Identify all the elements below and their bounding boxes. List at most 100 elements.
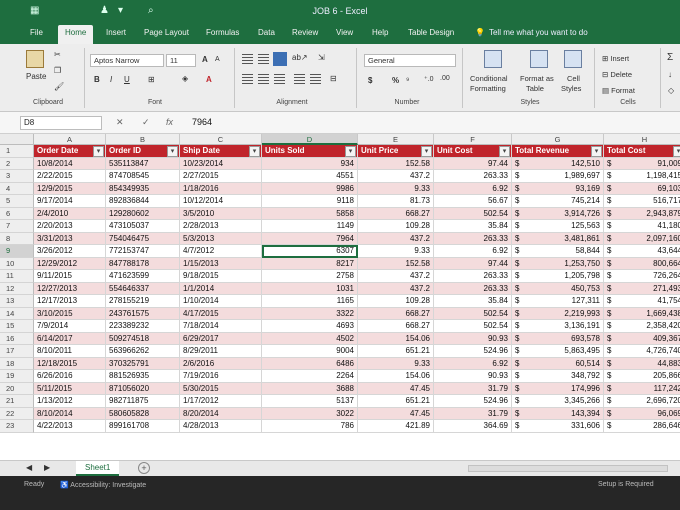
- row-header[interactable]: 21: [0, 395, 34, 408]
- table-cell[interactable]: 1/10/2014: [180, 295, 262, 308]
- prev-sheet-icon[interactable]: ◀: [26, 463, 32, 472]
- row-header[interactable]: 8: [0, 232, 34, 245]
- table-cell[interactable]: 364.69: [434, 420, 512, 433]
- table-cell[interactable]: $331,606: [512, 420, 604, 433]
- table-cell[interactable]: $3,345,266: [512, 395, 604, 408]
- table-cell[interactable]: 3022: [262, 407, 358, 420]
- currency-button[interactable]: $: [368, 76, 372, 85]
- row-header[interactable]: 18: [0, 357, 34, 370]
- table-cell[interactable]: 109.28: [358, 220, 434, 233]
- tab-table-design[interactable]: Table Design: [408, 28, 454, 37]
- table-cell[interactable]: 9/17/2014: [34, 195, 106, 208]
- table-cell[interactable]: $43,644: [604, 245, 680, 258]
- row-header[interactable]: 3: [0, 170, 34, 183]
- table-cell[interactable]: $1,205,798: [512, 270, 604, 283]
- table-cell[interactable]: $2,696,720: [604, 395, 680, 408]
- formula-input[interactable]: 7964: [192, 117, 212, 127]
- column-header-g[interactable]: G: [512, 134, 604, 145]
- table-cell[interactable]: $745,214: [512, 195, 604, 208]
- shrink-font-button[interactable]: A: [215, 56, 220, 63]
- table-cell[interactable]: 8/29/2011: [180, 345, 262, 358]
- table-cell[interactable]: 421.89: [358, 420, 434, 433]
- table-cell[interactable]: 5/3/2013: [180, 232, 262, 245]
- insert-cells-button[interactable]: ⊞ Insert: [602, 54, 629, 63]
- table-cell[interactable]: 12/29/2012: [34, 257, 106, 270]
- cancel-icon[interactable]: ✕: [116, 117, 124, 128]
- table-cell[interactable]: 892836844: [106, 195, 180, 208]
- table-cell[interactable]: 278155219: [106, 295, 180, 308]
- clear-icon[interactable]: ◇: [668, 86, 674, 95]
- table-cell[interactable]: 535113847: [106, 157, 180, 170]
- table-cell[interactable]: $60,514: [512, 357, 604, 370]
- table-cell[interactable]: 437.2: [358, 282, 434, 295]
- table-cell[interactable]: $93,169: [512, 182, 604, 195]
- table-cell[interactable]: $58,844: [512, 245, 604, 258]
- tab-home[interactable]: Home: [58, 25, 94, 44]
- table-cell[interactable]: 12/17/2013: [34, 295, 106, 308]
- table-cell[interactable]: $1,253,750: [512, 257, 604, 270]
- table-cell[interactable]: $142,510: [512, 157, 604, 170]
- percent-button[interactable]: %: [392, 76, 399, 85]
- table-cell[interactable]: 6/29/2017: [180, 332, 262, 345]
- table-cell[interactable]: 47.45: [358, 382, 434, 395]
- table-cell[interactable]: $1,198,415: [604, 170, 680, 183]
- table-cell[interactable]: 3/10/2015: [34, 307, 106, 320]
- table-cell[interactable]: 2/6/2016: [180, 357, 262, 370]
- table-cell[interactable]: 874708545: [106, 170, 180, 183]
- table-cell[interactable]: $286,646: [604, 420, 680, 433]
- table-cell[interactable]: 243761575: [106, 307, 180, 320]
- table-cell[interactable]: 3/5/2010: [180, 207, 262, 220]
- table-header-cell[interactable]: Total Revenue: [512, 145, 604, 158]
- table-cell[interactable]: $41,754: [604, 295, 680, 308]
- table-cell[interactable]: 7/19/2016: [180, 370, 262, 383]
- table-cell[interactable]: 502.54: [434, 320, 512, 333]
- tab-help[interactable]: Help: [372, 28, 388, 37]
- table-cell[interactable]: 6486: [262, 357, 358, 370]
- table-cell[interactable]: 9.33: [358, 182, 434, 195]
- table-cell[interactable]: 9004: [262, 345, 358, 358]
- table-cell[interactable]: $516,717: [604, 195, 680, 208]
- table-header-cell[interactable]: Unit Price: [358, 145, 434, 158]
- table-cell[interactable]: 1/13/2012: [34, 395, 106, 408]
- cut-icon[interactable]: ✂: [54, 50, 61, 59]
- table-cell[interactable]: $271,493: [604, 282, 680, 295]
- table-cell[interactable]: 370325791: [106, 357, 180, 370]
- row-header[interactable]: 9: [0, 245, 34, 258]
- table-cell[interactable]: 263.33: [434, 232, 512, 245]
- name-box[interactable]: D8: [20, 116, 102, 130]
- table-cell[interactable]: 7/18/2014: [180, 320, 262, 333]
- tab-insert[interactable]: Insert: [106, 28, 126, 37]
- enter-icon[interactable]: ✓: [142, 117, 150, 128]
- table-cell[interactable]: 31.79: [434, 407, 512, 420]
- table-cell[interactable]: 1031: [262, 282, 358, 295]
- align-right-icon[interactable]: [274, 74, 285, 84]
- table-cell[interactable]: 8/20/2014: [180, 407, 262, 420]
- table-cell[interactable]: 8/10/2011: [34, 345, 106, 358]
- decrease-indent-icon[interactable]: [294, 74, 305, 84]
- conditional-formatting-label2[interactable]: Formatting: [470, 84, 506, 93]
- table-cell[interactable]: 47.45: [358, 407, 434, 420]
- table-cell[interactable]: 4502: [262, 332, 358, 345]
- table-cell[interactable]: $3,481,861: [512, 232, 604, 245]
- table-cell[interactable]: 502.54: [434, 207, 512, 220]
- table-cell[interactable]: 97.44: [434, 257, 512, 270]
- table-cell[interactable]: 1149: [262, 220, 358, 233]
- table-cell[interactable]: 437.2: [358, 232, 434, 245]
- table-cell[interactable]: 6/14/2017: [34, 332, 106, 345]
- insert-function-icon[interactable]: fx: [166, 117, 173, 127]
- table-cell[interactable]: 772153747: [106, 245, 180, 258]
- table-cell[interactable]: 12/18/2015: [34, 357, 106, 370]
- table-cell[interactable]: 2/28/2013: [180, 220, 262, 233]
- table-cell[interactable]: 3/26/2012: [34, 245, 106, 258]
- table-cell[interactable]: 9.33: [358, 245, 434, 258]
- increase-decimal-icon[interactable]: ⁺.0: [424, 75, 434, 83]
- table-cell[interactable]: 263.33: [434, 170, 512, 183]
- table-cell[interactable]: 754046475: [106, 232, 180, 245]
- row-header[interactable]: 1: [0, 145, 34, 158]
- table-cell[interactable]: 563966262: [106, 345, 180, 358]
- table-cell[interactable]: 982711875: [106, 395, 180, 408]
- table-cell[interactable]: $2,097,160: [604, 232, 680, 245]
- table-cell[interactable]: 473105037: [106, 220, 180, 233]
- row-header[interactable]: 13: [0, 295, 34, 308]
- table-cell[interactable]: 554646337: [106, 282, 180, 295]
